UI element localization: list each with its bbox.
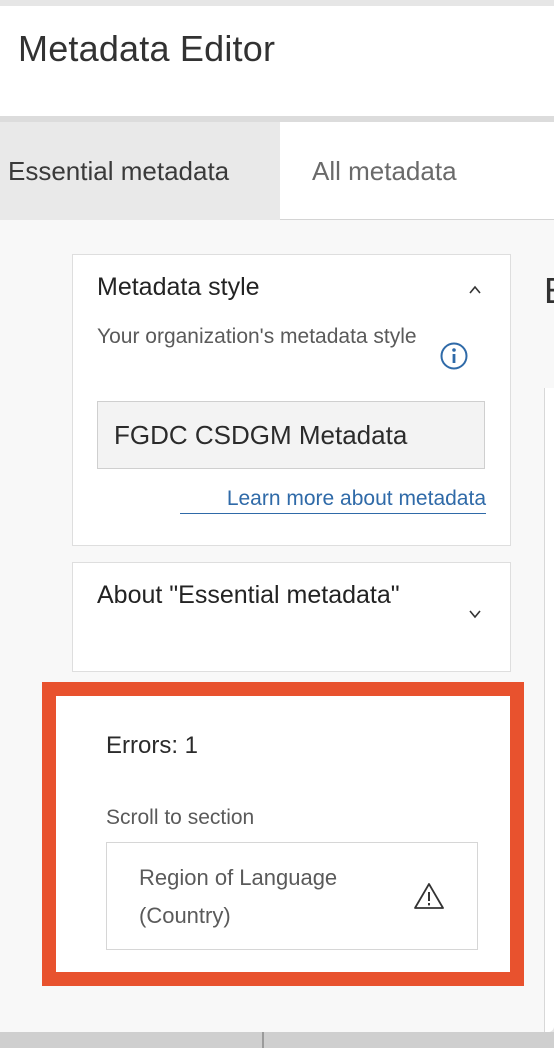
tab-bar: Essential metadata All metadata [0, 122, 554, 220]
metadata-style-value: FGDC CSDGM Metadata [97, 401, 485, 469]
error-item-region-of-language[interactable]: Region of Language (Country) [106, 842, 478, 950]
metadata-editor-window: Metadata Editor Essential metadata All m… [0, 6, 554, 1032]
metadata-style-label: Your organization's metadata style [97, 325, 417, 348]
scroll-to-section-label: Scroll to section [106, 806, 255, 829]
info-icon[interactable] [439, 341, 469, 371]
tab-all-metadata[interactable]: All metadata [312, 122, 457, 220]
bottom-bar [0, 1032, 554, 1048]
warning-icon [414, 883, 444, 909]
metadata-style-card: Metadata style Your organization's metad… [72, 254, 511, 546]
metadata-style-title[interactable]: Metadata style [97, 273, 260, 302]
chevron-down-icon[interactable] [468, 607, 482, 621]
error-item-label: Region of Language (Country) [139, 865, 338, 928]
divider [262, 1032, 264, 1048]
errors-count: Errors: 1 [106, 732, 199, 759]
errors-section: Errors: 1 Scroll to section Region of La… [42, 682, 524, 986]
learn-more-link[interactable]: Learn more about metadata [180, 487, 486, 514]
left-panel: Metadata style Your organization's metad… [0, 220, 528, 1032]
about-essential-metadata-card[interactable]: About "Essential metadata" [72, 562, 511, 672]
tab-essential-metadata[interactable]: Essential metadata [0, 122, 280, 220]
right-content-panel [544, 388, 554, 1032]
right-panel-heading: E [544, 270, 554, 312]
page-title: Metadata Editor [18, 28, 276, 69]
about-essential-metadata-title: About "Essential metadata" [97, 581, 400, 609]
title-bar: Metadata Editor [0, 6, 554, 116]
chevron-up-icon[interactable] [468, 283, 482, 297]
